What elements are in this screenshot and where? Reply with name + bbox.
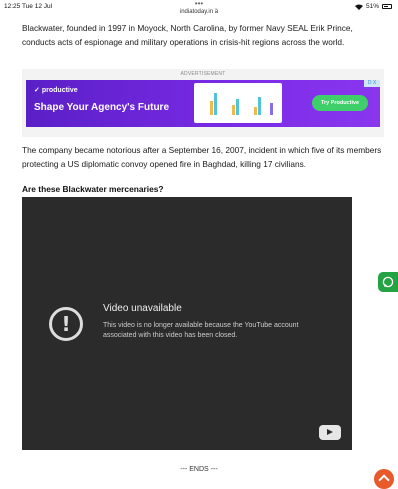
section-heading: Are these Blackwater mercenaries? <box>22 184 164 194</box>
video-message: This video is no longer available becaus… <box>103 322 299 339</box>
check-icon: ✓ <box>34 87 40 94</box>
ad-cta-button[interactable]: Try Productive <box>312 95 368 111</box>
ad-brand: ✓ productive <box>34 86 78 95</box>
wifi-icon <box>354 4 363 10</box>
status-indicators: 51% <box>354 3 392 10</box>
video-title: Video unavailable <box>103 303 182 314</box>
ad-banner[interactable]: ✓ productive Shape Your Agency's Future … <box>26 80 380 127</box>
tab-dots[interactable]: ••• <box>0 0 398 8</box>
ad-headline: Shape Your Agency's Future <box>34 102 169 113</box>
article-body-2: The company became notorious after a Sep… <box>22 144 384 171</box>
whatsapp-share-button[interactable] <box>378 272 398 292</box>
exclamation-circle-icon: ! <box>49 307 83 341</box>
scroll-to-top-button[interactable] <box>374 469 394 489</box>
battery-percent: 51% <box>365 3 379 10</box>
article-end-marker: --- ENDS --- <box>180 466 218 473</box>
ad-close-button[interactable]: D X <box>364 80 380 87</box>
article-paragraph: The company became notorious after a Sep… <box>22 145 382 169</box>
ad-label: ADVERTISEMENT <box>180 71 226 77</box>
video-player[interactable]: ! Video unavailable This video is no lon… <box>22 197 352 450</box>
youtube-play-icon[interactable] <box>319 425 341 440</box>
advertisement: ADVERTISEMENT ✓ productive Shape Your Ag… <box>22 69 384 137</box>
status-bar: 12:25 Tue 12 Jul ••• indiatoday.in ä 51% <box>0 0 398 18</box>
lock-icon: ä <box>214 9 219 15</box>
whatsapp-icon <box>382 276 394 288</box>
ad-chart-image <box>194 83 282 123</box>
article-body: Blackwater, founded in 1997 in Moyock, N… <box>22 22 384 49</box>
article-paragraph: Blackwater, founded in 1997 in Moyock, N… <box>22 23 353 47</box>
address-url[interactable]: indiatoday.in ä <box>0 9 398 15</box>
battery-icon <box>382 4 392 9</box>
